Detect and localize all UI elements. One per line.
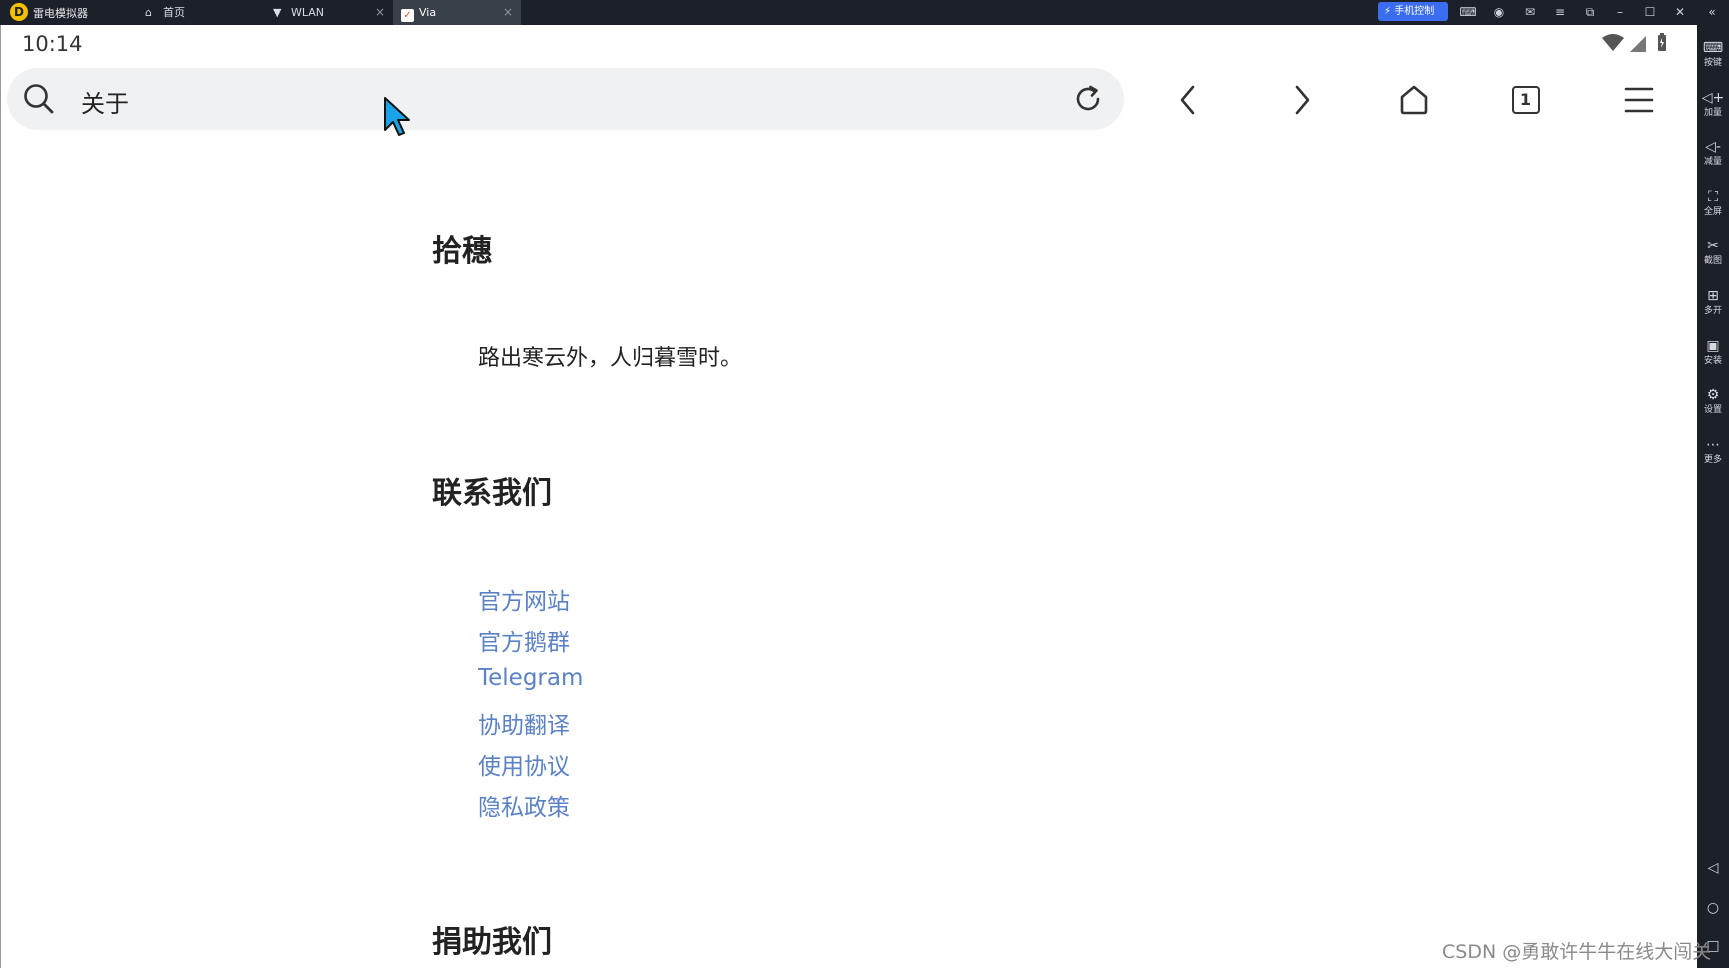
tab-count: 1 xyxy=(1519,90,1532,109)
emulator-logo-icon: D xyxy=(10,3,28,21)
sidebar-item-label: 设置 xyxy=(1703,405,1722,415)
home-button[interactable] xyxy=(1394,80,1434,120)
link-help-translate[interactable]: 协助翻译 xyxy=(478,706,570,740)
window-left-border xyxy=(0,25,1,968)
sidebar-item-label: 按键 xyxy=(1703,58,1722,68)
link-official-website[interactable]: 官方网站 xyxy=(478,582,570,616)
sidebar-item-label: 全屏 xyxy=(1703,207,1722,217)
status-time: 10:14 xyxy=(22,32,83,56)
phone-control-label: 手机控制 xyxy=(1394,6,1435,17)
hamburger-menu-icon xyxy=(1624,87,1654,113)
sidebar-item-install[interactable]: ▣ 安装 xyxy=(1697,337,1729,367)
link-official-group[interactable]: 官方鹅群 xyxy=(478,623,570,657)
wifi-icon: ▼ xyxy=(273,6,282,19)
tab-wlan-label: WLAN xyxy=(291,6,325,19)
sidebar-item-label: 多开 xyxy=(1703,306,1722,316)
tab-home[interactable]: ⌂ 首页 xyxy=(137,0,257,25)
sidebar-item-label: 减量 xyxy=(1703,157,1722,167)
search-icon xyxy=(24,84,54,114)
user-icon[interactable]: ◉ xyxy=(1487,0,1511,25)
watermark-text: CSDN @勇敢许牛牛在线大闯关 xyxy=(1442,941,1712,963)
back-button[interactable] xyxy=(1168,80,1208,120)
fullscreen-icon: ⛶ xyxy=(1708,189,1718,205)
emulator-app-name: 雷电模拟器 xyxy=(33,7,88,20)
collapse-sidebar-icon[interactable]: « xyxy=(1700,0,1724,25)
tab-via-label: Via xyxy=(419,6,437,19)
tab-via-close-icon[interactable]: × xyxy=(503,0,513,25)
sidebar-item-multi-instance[interactable]: ⊞ 多开 xyxy=(1697,287,1729,317)
reload-icon[interactable] xyxy=(1072,83,1104,115)
sidebar-item-more[interactable]: ⋯ 更多 xyxy=(1697,436,1729,466)
sidebar-item-screenshot[interactable]: ✂ 截图 xyxy=(1697,237,1729,267)
sidebar-item-keys[interactable]: ⌨ 按键 xyxy=(1697,39,1729,69)
menu-button[interactable] xyxy=(1619,80,1659,120)
multi-instance-icon: ⊞ xyxy=(1707,288,1719,304)
gamepad-icon[interactable]: ⌨ xyxy=(1456,0,1480,25)
tab-via[interactable]: ✓ Via × xyxy=(393,0,521,25)
emulator-sidebar: ⌨ 按键 ◁+ 加量 ◁- 减量 ⛶ 全屏 ✂ 截图 ⊞ 多开 ▣ 安装 ⚙ 设… xyxy=(1697,25,1729,968)
mouse-cursor-icon xyxy=(384,97,410,136)
section-title-shisui: 拾穗 xyxy=(432,234,492,269)
cell-signal-icon xyxy=(1630,36,1646,52)
mail-icon[interactable]: ✉ xyxy=(1518,0,1542,25)
home-circle-icon: ○ xyxy=(1706,900,1720,916)
android-home-button[interactable]: ○ xyxy=(1697,899,1729,917)
link-telegram[interactable]: Telegram xyxy=(478,665,583,691)
emulator-title-bar: D 雷电模拟器 ⌂ 首页 ▼ WLAN × ✓ Via × ⚡ 手机控制 ⌨ ◉ ✉ … xyxy=(0,0,1729,25)
tabs-button[interactable]: 1 xyxy=(1506,80,1546,120)
status-icons xyxy=(1600,32,1690,54)
sidebar-item-label: 加量 xyxy=(1703,108,1722,118)
volume-up-icon: ◁+ xyxy=(1701,90,1725,106)
sidebar-item-label: 安装 xyxy=(1703,356,1722,366)
sidebar-item-label: 截图 xyxy=(1703,256,1722,266)
sidebar-item-fullscreen[interactable]: ⛶ 全屏 xyxy=(1697,188,1729,218)
address-bar[interactable]: 关于 xyxy=(7,68,1124,130)
battery-icon xyxy=(1658,33,1666,51)
sidebar-item-volume-down[interactable]: ◁- 减量 xyxy=(1697,138,1729,168)
gear-icon: ⚙ xyxy=(1706,387,1720,403)
poem-text: 路出寒云外，人归暮雪时。 xyxy=(478,346,743,371)
home-icon xyxy=(1400,85,1428,115)
address-text[interactable]: 关于 xyxy=(81,84,129,119)
tabs-icon: 1 xyxy=(1512,86,1540,114)
minimize-icon[interactable]: – xyxy=(1608,0,1632,25)
chevron-right-icon xyxy=(1295,85,1310,115)
close-window-icon[interactable]: ✕ xyxy=(1668,0,1692,25)
section-title-contact: 联系我们 xyxy=(432,476,552,511)
via-icon: ✓ xyxy=(401,9,414,22)
lightning-icon: ⚡ xyxy=(1384,6,1392,17)
sidebar-item-label: 更多 xyxy=(1703,455,1722,465)
volume-down-icon: ◁- xyxy=(1705,139,1721,155)
pin-window-icon[interactable]: ⧉ xyxy=(1578,0,1602,25)
apk-install-icon: ▣ xyxy=(1706,338,1720,354)
android-back-button[interactable]: ◁ xyxy=(1697,859,1729,877)
section-title-donate: 捐助我们 xyxy=(432,925,552,960)
phone-control-button[interactable]: ⚡ 手机控制 xyxy=(1378,2,1448,21)
tab-home-label: 首页 xyxy=(163,6,185,19)
tab-wlan[interactable]: ▼ WLAN × xyxy=(265,0,393,25)
link-terms-of-use[interactable]: 使用协议 xyxy=(478,747,570,781)
scissors-icon: ✂ xyxy=(1707,238,1719,254)
maximize-icon[interactable]: ☐ xyxy=(1638,0,1662,25)
back-triangle-icon: ◁ xyxy=(1707,860,1719,876)
chevron-left-icon xyxy=(1180,85,1195,115)
sidebar-item-volume-up[interactable]: ◁+ 加量 xyxy=(1697,89,1729,119)
wifi-signal-icon xyxy=(1602,34,1624,51)
home-icon: ⌂ xyxy=(145,6,152,19)
sidebar-item-settings[interactable]: ⚙ 设置 xyxy=(1697,386,1729,416)
menu-icon[interactable]: ≡ xyxy=(1548,0,1572,25)
keyboard-icon: ⌨ xyxy=(1702,40,1724,56)
link-privacy-policy[interactable]: 隐私政策 xyxy=(478,788,570,822)
tab-wlan-close-icon[interactable]: × xyxy=(375,0,385,25)
forward-button[interactable] xyxy=(1282,80,1322,120)
more-icon: ⋯ xyxy=(1706,437,1720,453)
